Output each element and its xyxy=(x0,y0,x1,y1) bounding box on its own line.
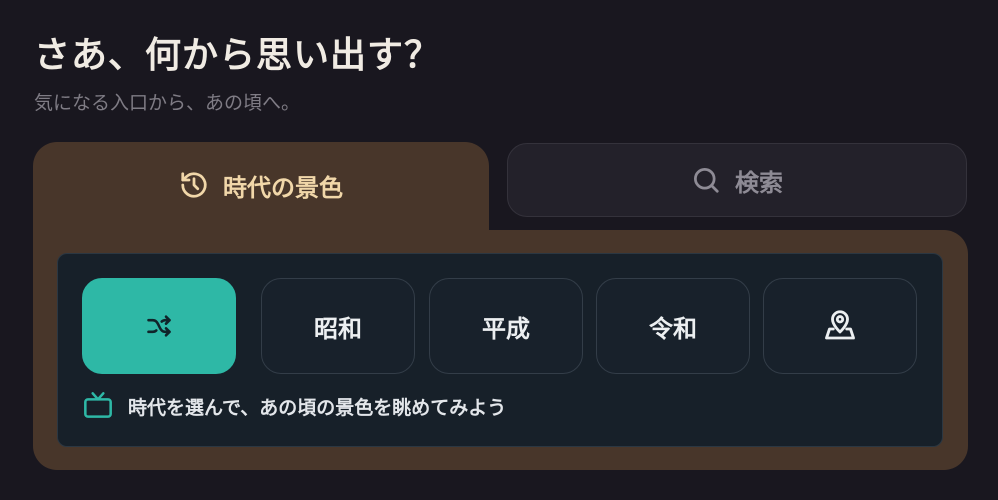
tv-icon xyxy=(82,390,114,422)
era-reiwa-label: 令和 xyxy=(649,314,697,343)
tab-era-scenery-label: 時代の景色 xyxy=(223,173,343,202)
location-button[interactable] xyxy=(763,278,917,374)
search-icon xyxy=(691,165,721,195)
era-reiwa-button[interactable]: 令和 xyxy=(596,278,750,374)
era-showa-button[interactable]: 昭和 xyxy=(261,278,415,374)
era-showa-label: 昭和 xyxy=(314,314,362,343)
tab-era-scenery[interactable]: 時代の景色 xyxy=(33,142,489,234)
era-heisei-label: 平成 xyxy=(482,314,530,343)
map-pin-icon xyxy=(822,308,858,344)
shuffle-button[interactable] xyxy=(82,278,236,374)
shuffle-icon xyxy=(145,312,173,340)
page-subtitle: 気になる入口から、あの頃へ。 xyxy=(34,92,301,114)
tab-search-label: 検索 xyxy=(735,168,783,197)
tab-search[interactable]: 検索 xyxy=(507,143,967,217)
era-heisei-button[interactable]: 平成 xyxy=(429,278,583,374)
hint-text: 時代を選んで、あの頃の景色を眺めてみよう xyxy=(128,396,507,419)
hint-row: 時代を選んで、あの頃の景色を眺めてみよう xyxy=(82,390,506,422)
page-title: さあ、何から思い出す？ xyxy=(34,35,442,76)
history-icon xyxy=(179,170,209,200)
